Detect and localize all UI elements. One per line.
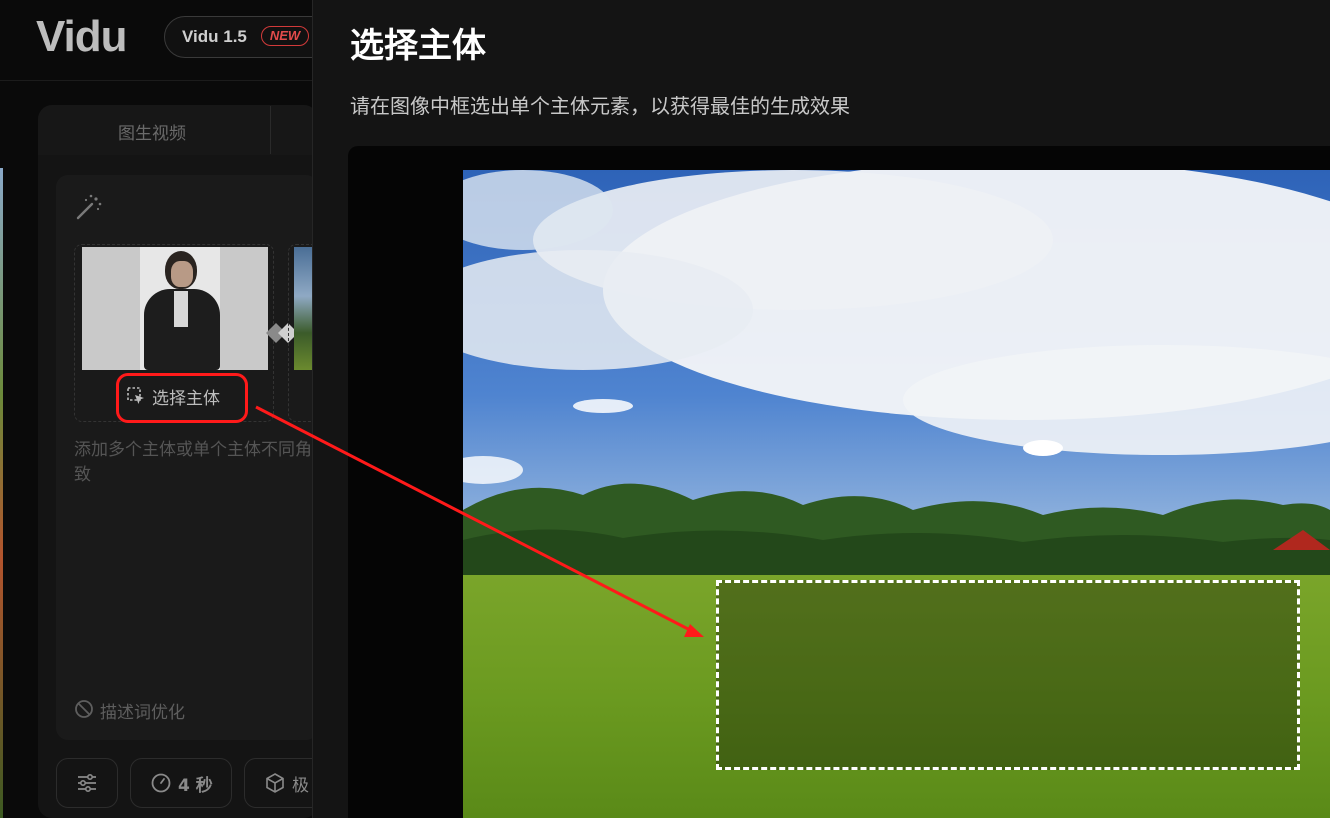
modal-subtitle: 请在图像中框选出单个主体元素，以获得最佳的生成效果 (350, 94, 850, 118)
clock-icon (151, 773, 171, 793)
cube-icon (266, 773, 284, 793)
hint-line-2: 致 (74, 465, 91, 485)
select-region-icon (127, 387, 144, 404)
new-badge: NEW (261, 26, 309, 46)
hint-line-1: 添加多个主体或单个主体不同角 (74, 440, 312, 460)
version-label: Vidu 1.5 (182, 27, 247, 46)
prompt-optimize-toggle[interactable]: 描述词优化 (100, 698, 185, 723)
background-image-edge (0, 168, 3, 818)
select-subject-label: 选择主体 (152, 389, 220, 409)
person-face (171, 261, 193, 287)
tab-divider (270, 106, 271, 154)
tab-image-to-video[interactable]: 图生视频 (118, 119, 186, 144)
selection-box[interactable] (716, 580, 1300, 770)
no-entry-icon[interactable] (74, 699, 94, 719)
person-shirt (174, 291, 188, 327)
sliders-icon (78, 773, 96, 793)
modal-title: 选择主体 (350, 26, 486, 66)
subject-thumbnail[interactable] (82, 247, 268, 370)
quality-label: 极 (292, 776, 309, 796)
magic-wand-icon[interactable] (74, 192, 104, 222)
duration-label: 4 秒 (178, 776, 213, 796)
header-divider (0, 80, 312, 81)
app-logo: Vidu (36, 12, 128, 61)
subject-hint-text: 添加多个主体或单个主体不同角 致 (74, 438, 314, 488)
